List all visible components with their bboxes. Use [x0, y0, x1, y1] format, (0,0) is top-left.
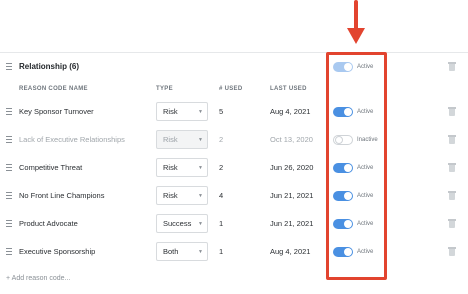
type-select[interactable]: Success ▼ — [156, 214, 208, 233]
toggle-knob — [344, 63, 352, 71]
row-active-toggle[interactable] — [333, 191, 353, 201]
column-header-type: TYPE — [156, 86, 173, 92]
add-reason-code-link[interactable]: + Add reason code... — [6, 275, 70, 282]
type-select-value: Risk — [163, 163, 178, 172]
row-status-label: Active — [357, 109, 374, 115]
column-header-last-used: LAST USED — [270, 86, 307, 92]
type-select-value: Risk — [163, 135, 178, 144]
row-active-toggle[interactable] — [333, 163, 353, 173]
table-row: Competitive Threat Risk ▼ 2 Jun 26, 2020 … — [0, 154, 468, 182]
trash-icon[interactable] — [448, 135, 456, 144]
drag-handle-icon[interactable] — [6, 192, 12, 200]
row-active-toggle[interactable] — [333, 107, 353, 117]
drag-handle-icon[interactable] — [6, 164, 12, 172]
column-header-name: REASON CODE NAME — [19, 86, 88, 92]
row-status-label: Active — [357, 193, 374, 199]
group-title: Relationship (6) — [19, 62, 79, 71]
trash-icon[interactable] — [448, 163, 456, 172]
column-header-used: # USED — [219, 86, 243, 92]
type-select-value: Both — [163, 247, 179, 256]
last-used-date: Jun 26, 2020 — [270, 163, 314, 172]
used-count: 2 — [219, 135, 224, 144]
chevron-down-icon: ▼ — [198, 193, 203, 199]
last-used-date: Oct 13, 2020 — [270, 135, 313, 144]
used-count: 1 — [219, 247, 224, 256]
drag-handle-icon[interactable] — [6, 63, 12, 71]
drag-handle-icon[interactable] — [6, 108, 12, 116]
trash-icon[interactable] — [448, 107, 456, 116]
group-active-toggle[interactable] — [333, 62, 353, 72]
group-count: (6) — [69, 62, 80, 71]
table-row: Lack of Executive Relationships Risk ▼ 2 … — [0, 126, 468, 154]
chevron-down-icon: ▼ — [198, 137, 203, 143]
chevron-down-icon: ▼ — [198, 249, 203, 255]
arrow-down-icon — [347, 28, 365, 44]
toggle-knob — [335, 136, 343, 144]
chevron-down-icon: ▼ — [198, 109, 203, 115]
row-active-toggle[interactable] — [333, 219, 353, 229]
row-active-toggle[interactable] — [333, 135, 353, 145]
used-count: 5 — [219, 107, 224, 116]
row-status-label: Active — [357, 221, 374, 227]
table-row: No Front Line Champions Risk ▼ 4 Jun 21, … — [0, 182, 468, 210]
drag-handle-icon[interactable] — [6, 136, 12, 144]
type-select-value: Success — [163, 219, 192, 228]
trash-icon[interactable] — [448, 62, 456, 71]
type-select-value: Risk — [163, 107, 178, 116]
used-count: 1 — [219, 219, 224, 228]
type-select[interactable]: Risk ▼ — [156, 102, 208, 121]
type-select[interactable]: Risk ▼ — [156, 130, 208, 149]
used-count: 4 — [219, 191, 224, 200]
last-used-date: Jun 21, 2021 — [270, 191, 314, 200]
chevron-down-icon: ▼ — [198, 221, 203, 227]
reason-code-name: Executive Sponsorship — [19, 247, 96, 256]
trash-icon[interactable] — [448, 219, 456, 228]
type-select[interactable]: Risk ▼ — [156, 186, 208, 205]
chevron-down-icon: ▼ — [198, 165, 203, 171]
last-used-date: Aug 4, 2021 — [270, 107, 311, 116]
reason-code-name: Product Advocate — [19, 219, 78, 228]
toggle-knob — [344, 192, 352, 200]
toggle-knob — [344, 108, 352, 116]
table-row: Executive Sponsorship Both ▼ 1 Aug 4, 202… — [0, 238, 468, 266]
type-select[interactable]: Both ▼ — [156, 242, 208, 261]
trash-icon[interactable] — [448, 191, 456, 200]
drag-handle-icon[interactable] — [6, 220, 12, 228]
drag-handle-icon[interactable] — [6, 248, 12, 256]
type-select-value: Risk — [163, 191, 178, 200]
table-row: Product Advocate Success ▼ 1 Jun 21, 2021… — [0, 210, 468, 238]
reason-code-name: No Front Line Champions — [19, 191, 105, 200]
row-status-label: Inactive — [357, 137, 378, 143]
row-active-toggle[interactable] — [333, 247, 353, 257]
toggle-knob — [344, 220, 352, 228]
row-status-label: Active — [357, 165, 374, 171]
group-status-label: Active — [357, 64, 374, 70]
reason-code-name: Competitive Threat — [19, 163, 83, 172]
trash-icon[interactable] — [448, 247, 456, 256]
toggle-knob — [344, 164, 352, 172]
type-select[interactable]: Risk ▼ — [156, 158, 208, 177]
table-row: Key Sponsor Turnover Risk ▼ 5 Aug 4, 2021… — [0, 98, 468, 126]
toggle-knob — [344, 248, 352, 256]
last-used-date: Aug 4, 2021 — [270, 247, 311, 256]
row-status-label: Active — [357, 249, 374, 255]
group-title-text: Relationship — [19, 62, 68, 71]
reason-code-name: Lack of Executive Relationships — [19, 135, 125, 144]
used-count: 2 — [219, 163, 224, 172]
reason-code-name: Key Sponsor Turnover — [19, 107, 94, 116]
last-used-date: Jun 21, 2021 — [270, 219, 314, 228]
